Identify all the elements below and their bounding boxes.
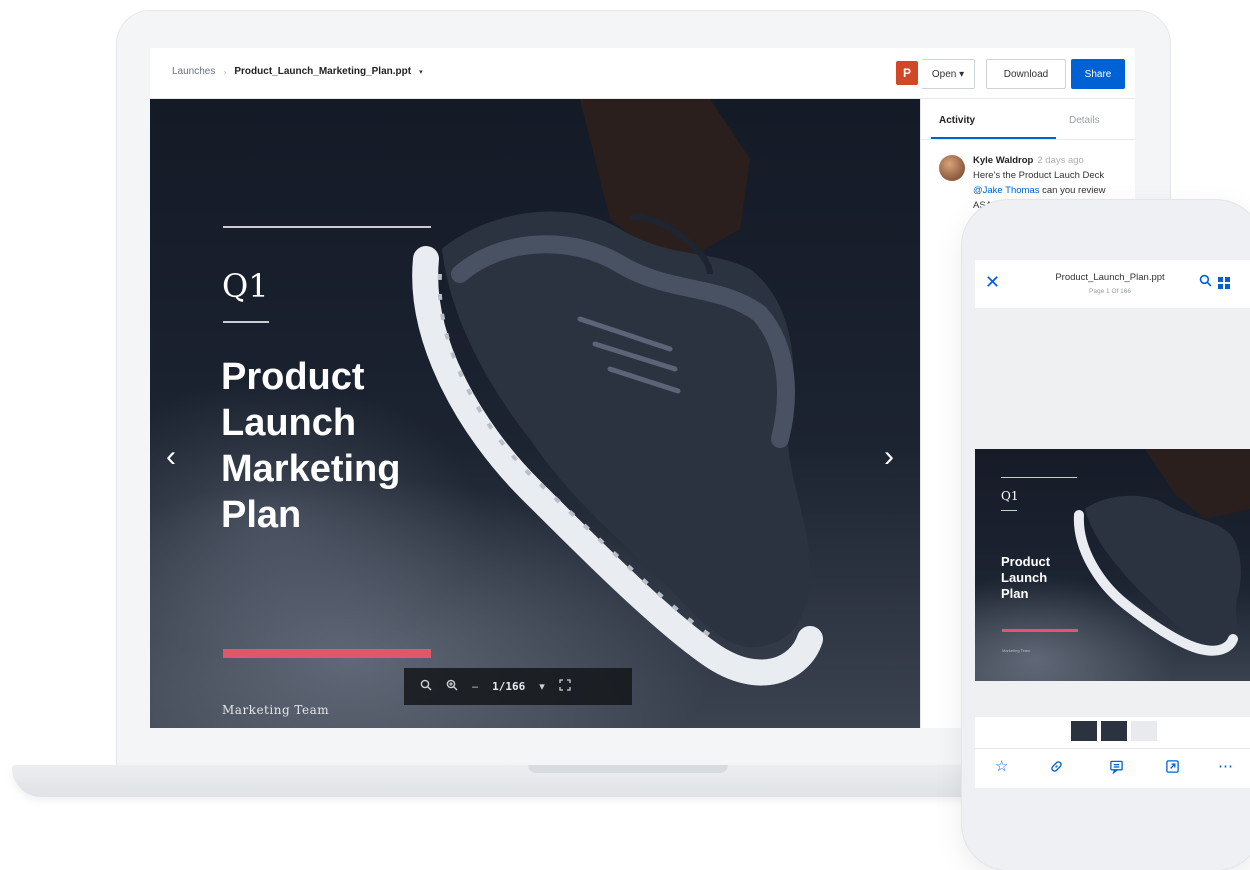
phone-page-count: Page 1 Of 166	[1089, 288, 1131, 295]
slide-divider-small	[1001, 510, 1017, 511]
slide-quarter: Q1	[1001, 489, 1019, 503]
tab-activity[interactable]: Activity	[939, 115, 975, 126]
tab-details[interactable]: Details	[1069, 115, 1100, 126]
slide-title: Product Launch Plan	[1001, 554, 1050, 602]
file-menu-caret[interactable]: ▾	[419, 68, 423, 76]
slide-title-line: Plan	[221, 494, 302, 536]
breadcrumb-separator: ›	[223, 66, 227, 77]
phone-preview-area: Q1 Product Launch Plan Marketing Team	[975, 309, 1250, 717]
slide-preview: Q1 Product Launch Marketing Plan Marketi…	[150, 99, 920, 728]
close-icon[interactable]: ✕	[985, 272, 1000, 293]
preview-header: Launches › Product_Launch_Marketing_Plan…	[150, 48, 1135, 99]
comment-text-line1: Here's the Product Lauch Deck	[973, 170, 1105, 181]
phone-header: ✕ Product_Launch_Plan.ppt Page 1 Of 166	[975, 260, 1250, 309]
page-prev-control[interactable]: –	[472, 681, 478, 693]
breadcrumb: Launches › Product_Launch_Marketing_Plan…	[172, 66, 423, 77]
slide-team-label: Marketing Team	[1002, 648, 1031, 653]
avatar	[939, 155, 965, 181]
slide-title-line: Product	[221, 356, 365, 398]
laptop-notch	[528, 765, 728, 773]
thumbnail[interactable]	[1101, 721, 1127, 741]
fullscreen-icon[interactable]	[559, 679, 571, 694]
slide-title-line: Product	[1001, 554, 1051, 569]
grid-view-icon[interactable]	[1218, 277, 1230, 289]
breadcrumb-folder[interactable]: Launches	[172, 66, 215, 77]
comment-mention[interactable]: @Jake Thomas	[973, 185, 1040, 196]
next-slide-icon[interactable]: ›	[884, 442, 894, 472]
comment-author[interactable]: Kyle Waldrop	[973, 155, 1033, 166]
page-indicator[interactable]: 1/166	[492, 680, 525, 693]
thumbnail-strip	[1071, 721, 1157, 741]
open-in-app-icon[interactable]	[1165, 759, 1180, 778]
thumbnail[interactable]	[1071, 721, 1097, 741]
slide-team-label: Marketing Team	[222, 703, 330, 717]
breadcrumb-file-name: Product_Launch_Marketing_Plan.ppt	[234, 66, 412, 77]
search-icon[interactable]	[1199, 274, 1212, 290]
slide-title: Product Launch Marketing Plan	[221, 354, 461, 538]
previous-slide-icon[interactable]: ‹	[166, 442, 176, 472]
slide-title-line: Plan	[1001, 586, 1029, 601]
link-icon[interactable]	[1049, 759, 1064, 778]
more-icon[interactable]: ⋯	[1218, 759, 1233, 775]
slide-accent-bar	[223, 649, 431, 658]
download-button[interactable]: Download	[986, 59, 1066, 89]
slide-title-line: Launch	[1001, 570, 1048, 585]
slide-quarter: Q1	[222, 267, 269, 305]
slide-divider-top	[223, 226, 431, 228]
slide-divider-top	[1001, 477, 1077, 478]
thumbnail[interactable]	[1131, 721, 1157, 741]
comment-icon[interactable]	[1109, 759, 1124, 778]
share-button[interactable]: Share	[1071, 59, 1125, 89]
slide-accent-bar	[1002, 629, 1078, 632]
active-tab-indicator	[931, 137, 1056, 139]
open-button[interactable]: Open ▾	[922, 59, 975, 89]
viewer-controls: – 1/166 ▾	[404, 668, 632, 705]
phone-screen: ✕ Product_Launch_Plan.ppt Page 1 Of 166 …	[975, 260, 1250, 788]
phone-file-title: Product_Launch_Plan.ppt	[1055, 272, 1165, 283]
slide-title-line: Launch	[221, 402, 357, 444]
comment-time: 2 days ago	[1037, 155, 1084, 166]
sidebar-tabs: Activity Details	[921, 99, 1135, 140]
star-icon[interactable]: ☆	[995, 759, 1008, 775]
slide-title-line: Marketing	[221, 448, 401, 490]
zoom-in-icon[interactable]	[446, 679, 458, 694]
slide-divider-small	[223, 321, 269, 323]
zoom-out-icon[interactable]	[420, 679, 432, 694]
page-dropdown-icon[interactable]: ▾	[539, 680, 545, 693]
phone-action-bar: ☆ ⋯	[975, 748, 1250, 788]
phone-slide-preview: Q1 Product Launch Plan Marketing Team	[975, 449, 1250, 681]
powerpoint-icon[interactable]: P	[896, 61, 918, 85]
